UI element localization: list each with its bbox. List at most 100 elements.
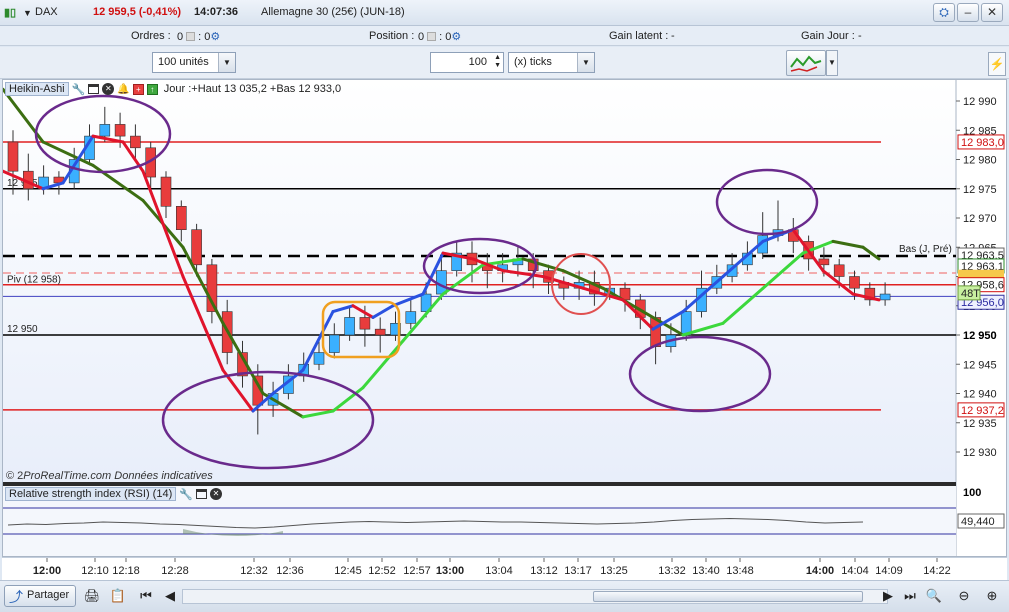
bell-icon[interactable]: 🔔 <box>117 84 129 95</box>
orders-settings-icon[interactable]: ⚙ <box>210 31 220 43</box>
chart-type-label[interactable]: Heikin-Ashi <box>5 82 69 96</box>
scroll-start-icon[interactable]: ⏮ <box>136 586 156 606</box>
close-circle-icon[interactable]: ✕ <box>102 83 115 95</box>
window-icon[interactable] <box>195 489 207 499</box>
gain-latent-label: Gain latent : <box>609 30 669 42</box>
minimize-button[interactable]: – <box>957 3 979 22</box>
y-tick-label: 12 970 <box>963 213 997 225</box>
x-tick-label: 12:45 <box>334 565 362 577</box>
y-tick-label: 12 975 <box>963 184 997 196</box>
position-box-icon[interactable] <box>427 32 437 41</box>
scrollbar-thumb[interactable] <box>593 591 863 602</box>
indicator-dropdown-button[interactable]: ▼ <box>826 50 838 76</box>
rsi-value-tag: 49,440 <box>961 516 995 528</box>
x-tick-label: 13:04 <box>485 565 513 577</box>
x-tick-label: 12:36 <box>276 565 304 577</box>
x-tick-label: 13:48 <box>726 565 754 577</box>
chart-area[interactable]: 12 975 Piv (12 958) 12 950 Bas (J, Pré) 12 … <box>2 79 1007 557</box>
units-select[interactable]: 100 unités ▼ <box>152 52 236 73</box>
symbol-label[interactable]: DAX <box>35 6 58 18</box>
print-icon[interactable]: 🖨 <box>82 586 102 606</box>
indicator-tool-button[interactable] <box>786 50 826 76</box>
price-chart[interactable]: 12 975 Piv (12 958) 12 950 Bas (J, Pré) 12 … <box>3 80 1006 556</box>
bear-candle <box>114 124 126 137</box>
level-label-12950: 12 950 <box>7 324 38 335</box>
close-circle-icon[interactable]: ✕ <box>209 488 222 500</box>
bear-candle <box>818 258 830 266</box>
stepper-icon[interactable]: ▲ ▼ <box>494 54 501 70</box>
bottom-toolbar: ⤴ Partager 🖨 📋 ⏮ ◀ ▶ ⏭ 🔍 ⊖ ⊕ <box>0 580 1009 612</box>
orders-box-icon[interactable] <box>186 32 196 41</box>
x-tick-label: 12:52 <box>368 565 396 577</box>
price-axis <box>956 80 1006 556</box>
bear-candle <box>7 141 19 172</box>
x-tick-label: 14:04 <box>841 565 869 577</box>
bear-candle <box>176 206 187 231</box>
clock-time: 14:07:36 <box>194 6 239 18</box>
scroll-right-icon[interactable]: ▶ <box>878 586 898 606</box>
bull-candle <box>436 270 447 295</box>
bull-candle <box>99 124 111 137</box>
bas-label: Bas (J, Pré) <box>899 244 952 255</box>
ticks-select[interactable]: (x) ticks ▼ <box>508 52 595 73</box>
chart-background <box>3 80 956 482</box>
bull-candle <box>879 293 891 301</box>
x-tick-label: 13:25 <box>600 565 628 577</box>
dropdown-arrow-icon[interactable]: ▼ <box>23 8 32 18</box>
x-tick-label: 12:00 <box>33 565 61 577</box>
watermark: © 2ProRealTime.com Données indicatives <box>6 470 213 482</box>
x-tick-label: 12:28 <box>161 565 189 577</box>
title-bar: ▮▯ ▼ DAX 12 959,5 (-0,41%) 14:07:36 Alle… <box>0 0 1009 26</box>
scroll-end-icon[interactable]: ⏭ <box>900 586 920 606</box>
pivot-label: Piv (12 958) <box>7 275 61 286</box>
y-tick-label: 12 930 <box>963 447 997 459</box>
x-tick-label: 13:00 <box>436 565 464 577</box>
chevron-down-icon[interactable]: ▼ <box>577 53 594 72</box>
side-tool-icon[interactable]: ⚡ <box>988 52 1006 76</box>
bear-candle <box>160 176 172 207</box>
position-settings-icon[interactable]: ⚙ <box>451 31 461 43</box>
position-label: Position : <box>369 30 415 42</box>
zoom-out-icon[interactable]: ⊖ <box>954 586 974 606</box>
price-change: 12 959,5 (-0,41%) <box>93 6 182 18</box>
arrow-up-icon[interactable]: ↑ <box>146 83 158 95</box>
tag-s1: 12 937,2 <box>961 405 1004 417</box>
close-button[interactable]: ✕ <box>981 3 1003 22</box>
window-settings-button[interactable]: ⛭ <box>933 3 955 22</box>
y-tick-label: 12 935 <box>963 418 997 430</box>
quantity-input[interactable]: 100 ▲ ▼ <box>430 52 504 73</box>
window-icon[interactable] <box>88 84 100 94</box>
chart-header: Heikin-Ashi 🔧 ✕ 🔔 + ↑ Jour :+Haut 13 035… <box>5 81 341 97</box>
bull-candle <box>405 311 417 324</box>
x-tick-label: 13:12 <box>530 565 558 577</box>
y-tick-label: 12 945 <box>963 359 997 371</box>
zoom-area-icon[interactable]: 🔍 <box>924 586 944 606</box>
rsi-title[interactable]: Relative strength index (RSI) (14) <box>5 487 177 501</box>
tag-12950: 12 950 <box>963 330 997 342</box>
share-button[interactable]: ⤴ Partager <box>4 585 77 607</box>
tag-r1: 12 983,0 <box>961 137 1004 149</box>
x-tick-label: 12:18 <box>112 565 140 577</box>
bull-candle <box>313 352 325 365</box>
tag-countdown: 48T <box>961 288 980 300</box>
scroll-left-icon[interactable]: ◀ <box>160 586 180 606</box>
chart-tools-icon <box>790 55 822 72</box>
add-order-icon[interactable]: + <box>132 83 144 95</box>
rsi-scale-top: 100 <box>963 487 981 499</box>
wrench-icon[interactable]: 🔧 <box>72 83 86 96</box>
chart-type-icon[interactable]: ▮▯ <box>4 6 16 19</box>
wrench-icon[interactable]: 🔧 <box>179 488 193 501</box>
y-tick-label: 12 980 <box>963 155 997 167</box>
horizontal-scrollbar[interactable] <box>182 589 888 604</box>
bear-candle <box>359 317 371 330</box>
x-tick-label: 12:10 <box>81 565 109 577</box>
chevron-down-icon[interactable]: ▼ <box>218 53 235 72</box>
instrument-name: Allemagne 30 (25€) (JUN-18) <box>261 6 405 18</box>
orders-label: Ordres : <box>131 30 171 42</box>
gain-latent-value: - <box>671 30 675 42</box>
zoom-in-icon[interactable]: ⊕ <box>982 586 1002 606</box>
clipboard-icon[interactable]: 📋 <box>108 586 128 606</box>
orders-value: 0 : 0⚙ <box>177 31 221 43</box>
x-tick-label: 14:00 <box>806 565 834 577</box>
y-tick-label: 12 990 <box>963 96 997 108</box>
